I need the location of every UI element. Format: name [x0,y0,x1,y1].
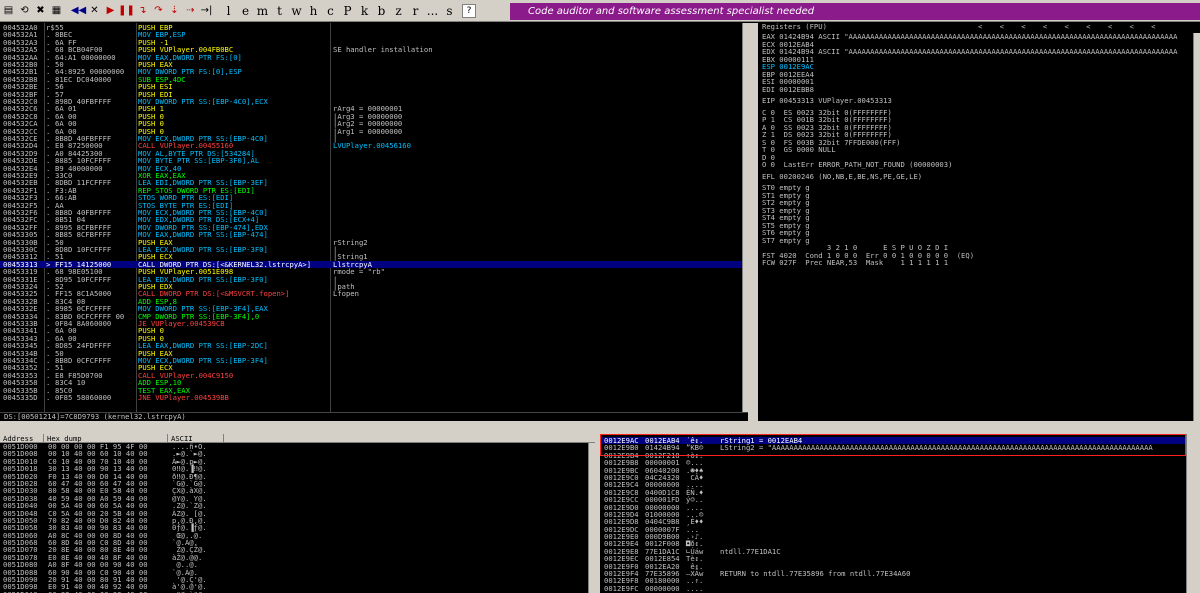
stack-comment: ntdll.77E1DA1C [720,546,781,556]
disasm-instruction: JNE VUPlayer.004539BB [138,393,229,402]
disasm-hex: 64:A1 00000000 [55,52,116,62]
banner-ad[interactable]: Code auditor and software assessment spe… [510,3,1200,20]
disasm-comment: LVUPlayer.00456160 [333,141,411,151]
pause-icon[interactable]: ❚❚ [118,3,135,19]
stack-scrollbar[interactable] [1186,434,1200,593]
register-line[interactable]: ST5 empty g [758,222,1200,230]
register-line[interactable]: ESI 00000001 [758,78,1200,86]
trace-over-icon[interactable]: ⇢ [183,3,198,19]
window-button-7[interactable]: P [339,3,356,19]
window-button-0[interactable]: l [220,3,237,19]
register-line[interactable]: ST2 empty g [758,199,1200,207]
registers-scrollbar[interactable] [1193,33,1200,421]
window-button-8[interactable]: k [356,3,373,19]
disasm-hex: 0F85 58060000 [55,393,112,402]
stack-ascii: .... [686,583,704,593]
restart-icon[interactable]: ⟲ [17,3,32,19]
window-button-11[interactable]: r [407,3,424,19]
register-line[interactable]: EDI 0012EBB8 [758,86,1200,94]
disasm-comment: |Arg1 = 00000000 [333,126,403,136]
stack-comment: RETURN to ntdll.77E35896 from ntdll.77E3… [720,569,911,579]
register-line[interactable]: O 0 LastErr ERROR_PATH_NOT_FOUND (000000… [758,161,1200,169]
options-icon[interactable]: ▦ [49,3,64,19]
register-line[interactable]: EBX 00000111 [758,56,1200,64]
register-line[interactable]: ESP 0012E9AC [758,63,1200,71]
register-line[interactable]: EAX 01424B94 ASCII "AAAAAAAAAAAAAAAAAAAA… [758,33,1200,41]
stack-pane[interactable]: 0012E9AC 0012EAB4 ´ê↕. rString1 = 0012EAB4 0… [600,434,1186,593]
stack-highlight-box [600,434,1186,456]
register-line[interactable]: ST1 empty g [758,192,1200,200]
run-icon[interactable]: ▶ [103,3,118,19]
register-line[interactable]: ST0 empty g [758,184,1200,192]
disassembly-pane[interactable]: 004532A0 r$ 55 PUSH EBP 004532A1. 8BEC MOV EBP… [0,23,748,412]
window-button-6[interactable]: c [322,3,339,19]
step-over-icon[interactable]: ↷ [151,3,166,19]
registers-title: Registers (FPU) [762,23,827,31]
close-icon[interactable]: ✖ [33,3,48,19]
window-button-13[interactable]: s [441,3,458,19]
window-button-9[interactable]: b [373,3,390,19]
register-line[interactable]: FCW 027F Prec NEAR,53 Mask 1 1 1 1 1 1 [758,259,1200,267]
window-button-1[interactable]: e [237,3,254,19]
register-line[interactable]: ST4 empty g [758,214,1200,222]
window-button-12[interactable]: ... [424,3,441,19]
register-line[interactable]: ST6 empty g [758,229,1200,237]
register-line[interactable]: EIP 00453313 VUPlayer.00453313 [758,97,1200,105]
window-button-2[interactable]: m [254,3,271,19]
horizontal-splitter[interactable] [0,421,1200,434]
disasm-comment: Lfopen [333,289,359,299]
disasm-comment: rmode = "rb" [333,267,385,277]
memory-dump-pane[interactable]: Address Hex dump ASCII 0051D000 00 00 00 … [0,434,595,593]
register-line[interactable]: EFL 00200246 (NO,NB,E,BE,NS,PE,GE,LE) [758,173,1200,181]
stack-address: 0012E9FC [604,583,639,593]
registers-pane[interactable]: Registers (FPU) < < < < < < < < < EAX 014… [758,23,1200,421]
register-line[interactable]: ST3 empty g [758,207,1200,215]
register-line[interactable]: EBP 0012EEA4 [758,71,1200,79]
register-line[interactable]: T 0 GS 0000 NULL [758,146,1200,154]
rewind-icon[interactable]: ◀◀ [71,3,86,19]
register-line[interactable]: EDX 01424B94 ASCII "AAAAAAAAAAAAAAAAAAAA… [758,48,1200,56]
window-button-3[interactable]: t [271,3,288,19]
stack-row[interactable]: 0012E9FC 00000000.... [600,583,1186,593]
window-button-10[interactable]: z [390,3,407,19]
disasm-comment: SE handler installation [333,45,433,55]
trace-into-icon[interactable]: ⇣ [167,3,182,19]
vertical-splitter[interactable] [748,23,758,421]
window-button-4[interactable]: w [288,3,305,19]
help-button[interactable]: ? [462,3,476,18]
open-icon[interactable]: ▤ [1,3,16,19]
dump-scrollbar[interactable] [588,443,595,593]
disasm-address: 0045335D [3,393,38,402]
step-into-icon[interactable]: ↴ [135,3,150,19]
execute-till-return-icon[interactable]: →| [199,3,214,19]
toolbar: ▤ ⟲ ✖ ▦ ◀◀ ✕ ▶ ❚❚ ↴ ↷ ⇣ ⇢ →| lemtwhcPkbz… [0,0,1200,22]
info-line: DS:[00501214]=7C8D9793 (kernel32.lstrcpy… [0,412,748,421]
register-nav-arrows[interactable]: < < < < < < < < < [978,23,1155,30]
disasm-marker: . [46,393,51,402]
window-button-5[interactable]: h [305,3,322,19]
stack-value: 00000000 [645,583,680,593]
disasm-comment: rString2 [333,237,368,247]
stop-icon[interactable]: ✕ [87,3,102,19]
